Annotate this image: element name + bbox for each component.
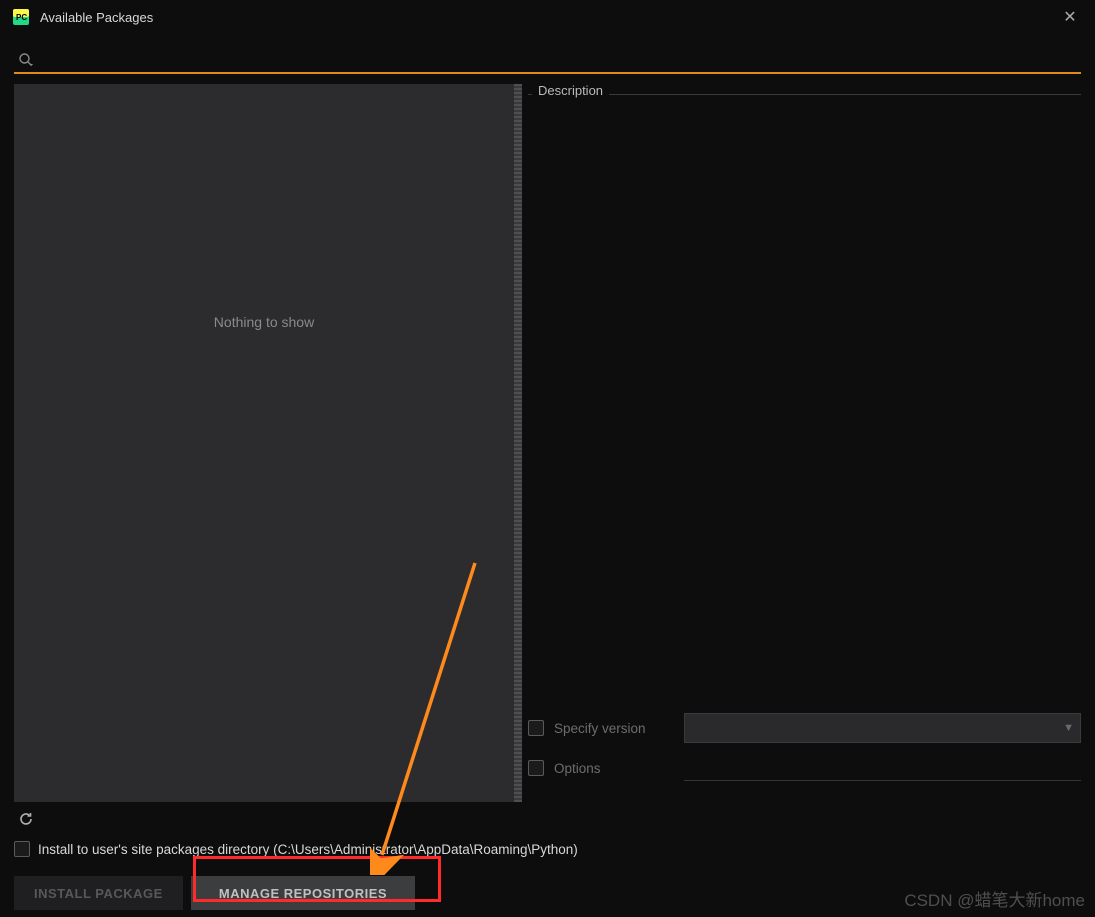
description-group: Description [528, 84, 1081, 708]
install-package-label: INSTALL PACKAGE [34, 886, 163, 901]
install-user-row: Install to user's site packages director… [14, 836, 1081, 862]
watermark: CSDN @蜡笔大新home [904, 886, 1085, 911]
close-button[interactable]: ✕ [1055, 7, 1085, 27]
install-user-checkbox[interactable] [14, 841, 30, 857]
reload-icon [18, 811, 34, 827]
package-list-pane[interactable]: Nothing to show [14, 84, 514, 802]
specify-version-label: Specify version [554, 721, 674, 736]
window-title: Available Packages [40, 10, 1055, 25]
search-icon [14, 52, 38, 68]
specify-version-row: Specify version ▼ [528, 708, 1081, 748]
description-label: Description [532, 83, 609, 98]
options-label: Options [554, 761, 674, 776]
pane-splitter[interactable] [514, 84, 522, 802]
manage-repositories-button[interactable]: MANAGE REPOSITORIES [191, 876, 415, 910]
search-input[interactable] [38, 49, 1081, 71]
search-row [14, 48, 1081, 74]
install-user-label: Install to user's site packages director… [38, 842, 578, 857]
pycharm-icon: PC [12, 8, 30, 26]
options-checkbox[interactable] [528, 760, 544, 776]
title-bar: PC Available Packages ✕ [0, 0, 1095, 34]
options-input[interactable] [684, 755, 1081, 781]
specify-version-checkbox[interactable] [528, 720, 544, 736]
version-select[interactable]: ▼ [684, 713, 1081, 743]
description-box [528, 94, 1081, 708]
options-row: Options [528, 748, 1081, 788]
reload-row [14, 806, 1081, 832]
main-content: Nothing to show Description Specify vers… [14, 84, 1081, 802]
install-package-button[interactable]: INSTALL PACKAGE [14, 876, 183, 910]
empty-list-label: Nothing to show [214, 314, 314, 330]
manage-repositories-label: MANAGE REPOSITORIES [219, 886, 387, 901]
reload-button[interactable] [14, 807, 38, 831]
chevron-down-icon: ▼ [1063, 722, 1074, 734]
svg-text:PC: PC [16, 13, 27, 22]
details-pane: Description Specify version ▼ Options [522, 84, 1081, 802]
